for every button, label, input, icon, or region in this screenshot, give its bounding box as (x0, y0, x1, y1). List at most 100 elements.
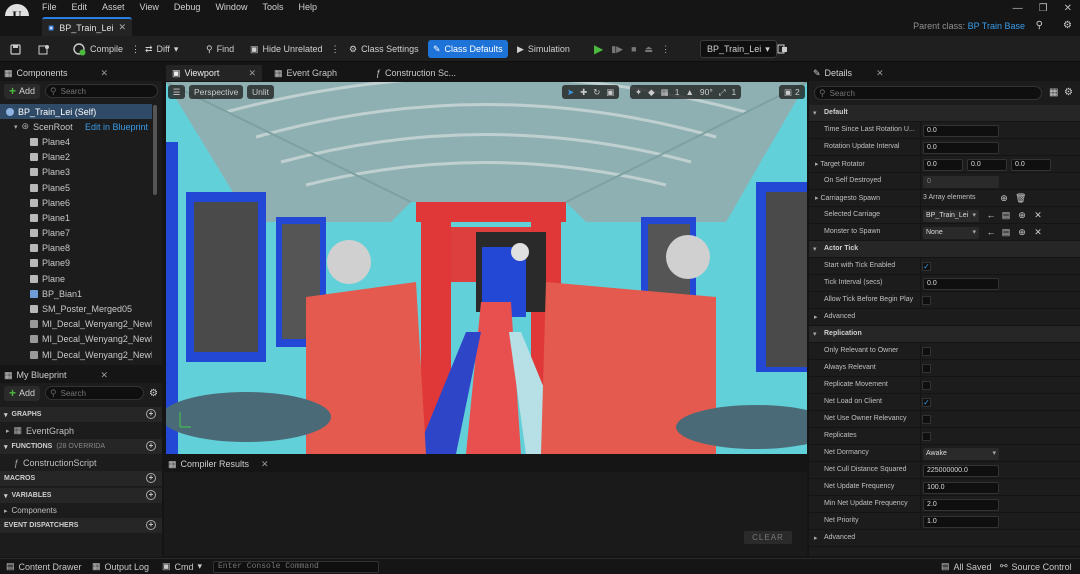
details-search[interactable]: ⚲ (814, 86, 1042, 100)
add-component-button[interactable]: + Add (4, 83, 41, 99)
clear-button[interactable]: CLEAR (744, 531, 792, 544)
net-load-checkbox[interactable]: ✓ (922, 398, 931, 407)
net-use-owner-checkbox[interactable] (922, 415, 931, 424)
component-self[interactable]: BP_Train_Lei (Self) (0, 104, 152, 120)
rotation-snap-icon[interactable]: ▲ (685, 87, 693, 97)
target-rotator-x-field[interactable]: 0.0 (923, 159, 963, 171)
simulation-button[interactable]: ▶ Simulation (512, 40, 575, 58)
clear-icon[interactable]: ✕ (1033, 227, 1043, 237)
section-graphs[interactable]: ▾ GRAPHS + (0, 407, 162, 422)
rotate-icon[interactable]: ↻ (593, 87, 600, 98)
component-item[interactable]: Plane (0, 271, 152, 286)
parent-class-link[interactable]: BP Train Base (968, 21, 1025, 31)
hide-unrelated-button[interactable]: ▣ Hide Unrelated ⋮ (245, 40, 345, 58)
tab-viewport[interactable]: ▣ Viewport ✕ (166, 65, 262, 81)
add-icon[interactable]: ⊕ (1017, 227, 1027, 237)
components-scrollbar[interactable] (153, 105, 157, 195)
component-scene-root[interactable]: ▾ ⊛ ScenRoot Edit in Blueprint (0, 119, 152, 134)
all-saved-button[interactable]: ▤ All Saved (941, 561, 992, 572)
add-element-icon[interactable]: ⊕ (999, 193, 1009, 203)
add-graph-icon[interactable]: + (146, 409, 156, 419)
console-command-input[interactable] (218, 562, 378, 571)
play-options-icon[interactable]: ⋮ (661, 44, 670, 55)
component-item[interactable]: SM_Poster_Merged05 (0, 301, 152, 316)
tab-event-graph[interactable]: ▦ Event Graph (268, 65, 368, 81)
component-item[interactable]: Plane4 (0, 134, 152, 149)
world-local-icon[interactable]: ◆ (648, 87, 655, 98)
section-replication[interactable]: ▾ Replication (809, 326, 1080, 343)
menu-asset[interactable]: Asset (102, 1, 133, 13)
component-item[interactable]: Plane8 (0, 241, 152, 256)
document-tab-bp-train-lei[interactable]: BP_Train_Lei ✕ (42, 17, 132, 36)
add-member-button[interactable]: + Add (4, 385, 41, 401)
advanced-expander[interactable]: ▸ Advanced (809, 530, 1080, 547)
expand-icon[interactable]: ▸ (815, 161, 819, 168)
section-default[interactable]: ▾ Default (809, 105, 1080, 122)
menu-tools[interactable]: Tools (262, 1, 291, 13)
step-icon[interactable]: ▮▶ (611, 44, 623, 55)
min-net-update-frequency-field[interactable]: 2.0 (923, 499, 999, 511)
use-selected-icon[interactable]: ← (986, 227, 996, 237)
viewport[interactable]: ☰ Perspective Unlit ➤ ✚ ↻ ▣ ✦ ◆ ▦ 1 ▲ 90… (166, 82, 807, 454)
component-item[interactable]: Plane2 (0, 150, 152, 165)
debug-object-select[interactable]: BP_Train_Lei ▾ (700, 40, 777, 58)
browse-icon[interactable]: ▤ (1001, 210, 1011, 220)
my-blueprint-search-input[interactable] (60, 388, 144, 398)
stop-icon[interactable]: ■ (631, 44, 636, 54)
minimize-icon[interactable]: — (1013, 3, 1023, 14)
close-panel-icon[interactable]: ✕ (100, 370, 108, 381)
component-item[interactable]: MI_Decal_Wenyang2_NewDe (0, 332, 152, 347)
tick-interval-field[interactable]: 0.0 (923, 278, 999, 290)
add-variable-icon[interactable]: + (146, 490, 156, 500)
perspective-button[interactable]: Perspective (189, 85, 244, 99)
table-view-icon[interactable]: ▦ (1049, 87, 1058, 98)
save-icon[interactable] (10, 40, 21, 58)
net-priority-field[interactable]: 1.0 (923, 516, 999, 528)
console-command[interactable] (213, 561, 379, 573)
variable-category-components[interactable]: ▸ Components (0, 503, 162, 518)
menu-file[interactable]: File (42, 1, 65, 13)
component-item[interactable]: Plane7 (0, 226, 152, 241)
monster-to-spawn-select[interactable]: None (923, 227, 979, 239)
section-macros[interactable]: MACROS + (0, 471, 162, 486)
select-icon[interactable]: ➤ (567, 87, 574, 98)
component-item[interactable]: MI_Decal_Wenyang2_NewDe (0, 347, 152, 362)
component-item[interactable]: Plane6 (0, 195, 152, 210)
component-item[interactable]: Plane3 (0, 165, 152, 180)
section-variables[interactable]: ▾ VARIABLES + (0, 488, 162, 503)
menu-window[interactable]: Window (215, 1, 255, 13)
expand-icon[interactable]: ▸ (815, 195, 819, 202)
components-search[interactable]: ⚲ (45, 84, 158, 98)
section-event-dispatchers[interactable]: EVENT DISPATCHERS + (0, 518, 162, 533)
debug-browse-icon[interactable] (777, 40, 788, 58)
more-options-icon[interactable]: ⋮ (331, 44, 340, 55)
use-selected-icon[interactable]: ← (986, 210, 996, 220)
target-rotator-y-field[interactable]: 0.0 (967, 159, 1007, 171)
tab-construction-script[interactable]: ƒ Construction Sc... (370, 65, 476, 81)
viewport-menu-button[interactable]: ☰ (168, 85, 185, 99)
clear-icon[interactable]: ✕ (1033, 210, 1043, 220)
compile-button[interactable]: Compile ⋮ (68, 40, 145, 58)
scale-snap-icon[interactable]: ⤢ (719, 87, 726, 98)
menu-view[interactable]: View (140, 1, 167, 13)
net-dormancy-select[interactable]: Awake (923, 448, 999, 460)
close-tab-icon[interactable]: ✕ (248, 68, 256, 79)
compile-options-icon[interactable]: ⋮ (131, 44, 140, 55)
search-icon[interactable]: ⚲ (1036, 20, 1043, 31)
close-tab-icon[interactable]: ✕ (118, 22, 126, 33)
surface-snap-icon[interactable]: ✦ (635, 87, 642, 98)
browse-icon[interactable] (38, 40, 50, 58)
section-functions[interactable]: ▾ FUNCTIONS (28 OVERRIDA + (0, 439, 162, 454)
always-relevant-checkbox[interactable] (922, 364, 931, 373)
selected-carriage-select[interactable]: BP_Train_Lei (923, 210, 979, 222)
class-settings-button[interactable]: ⚙ Class Settings (344, 40, 424, 58)
content-drawer-button[interactable]: ▤ Content Drawer (6, 561, 82, 572)
net-cull-distance-field[interactable]: 225000000.0 (923, 465, 999, 477)
only-relevant-checkbox[interactable] (922, 347, 931, 356)
restore-icon[interactable]: ❐ (1039, 3, 1048, 14)
graph-item-eventgraph[interactable]: ▸ ▦ EventGraph (0, 422, 162, 439)
close-icon[interactable]: ✕ (1064, 3, 1072, 14)
my-blueprint-search[interactable]: ⚲ (45, 386, 145, 400)
net-update-frequency-field[interactable]: 100.0 (923, 482, 999, 494)
add-event-dispatcher-icon[interactable]: + (146, 520, 156, 530)
